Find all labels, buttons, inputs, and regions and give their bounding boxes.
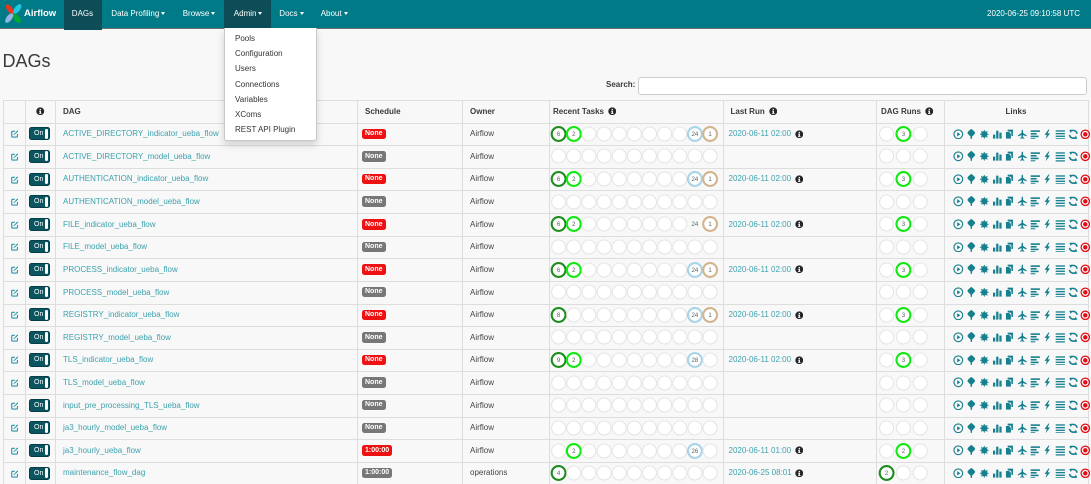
svg-text:28: 28: [692, 357, 699, 364]
svg-text:2: 2: [901, 448, 905, 455]
svg-text:24: 24: [692, 221, 699, 228]
svg-text:24: 24: [692, 176, 699, 183]
svg-text:24: 24: [692, 312, 699, 319]
svg-text:3: 3: [901, 221, 905, 228]
svg-text:3: 3: [901, 131, 905, 138]
svg-text:3: 3: [901, 176, 905, 183]
svg-text:24: 24: [692, 267, 699, 274]
svg-text:3: 3: [901, 312, 905, 319]
svg-text:24: 24: [692, 131, 699, 138]
svg-text:26: 26: [692, 448, 699, 455]
svg-text:3: 3: [901, 357, 905, 364]
svg-text:3: 3: [901, 267, 905, 274]
